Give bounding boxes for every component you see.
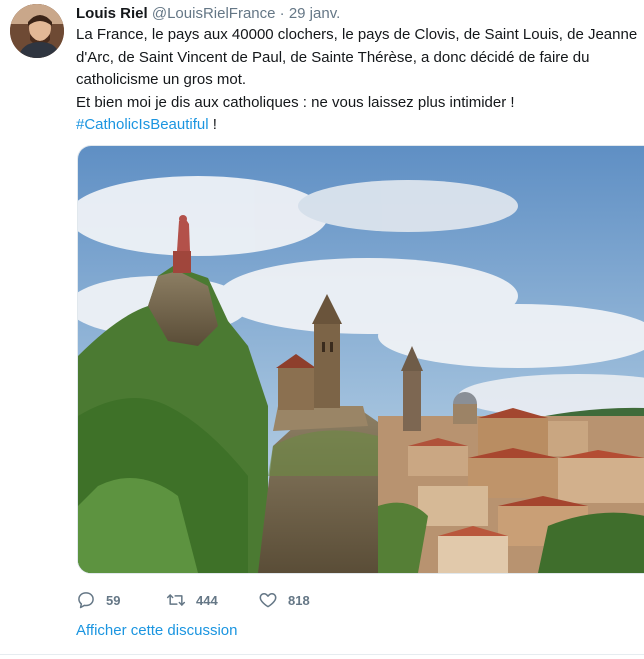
photo-landscape [78,146,644,573]
tweet-photo[interactable] [77,145,644,574]
tweet-actions: 59 444 818 [76,588,476,612]
tweet-text-line-2: Et bien moi je dis aux catholiques : ne … [76,93,515,111]
show-thread-link[interactable]: Afficher cette discussion [76,622,237,639]
tweet[interactable]: Louis Riel @LouisRielFrance · 29 janv. L… [0,0,644,659]
like-button[interactable]: 818 [258,588,310,612]
tweet-text-paragraph-2: Et bien moi je dis aux catholiques : ne … [76,92,642,137]
retweet-icon [166,594,186,606]
author-handle[interactable]: @LouisRielFrance [152,5,276,22]
tweet-text-paragraph-1: La France, le pays aux 40000 clochers, l… [76,26,638,88]
reply-count: 59 [106,592,121,608]
avatar-portrait [10,4,64,58]
author-name[interactable]: Louis Riel [76,5,148,22]
divider [0,654,644,655]
retweet-count: 444 [196,592,218,608]
like-count: 818 [288,592,310,608]
reply-button[interactable]: 59 [76,588,120,612]
heart-icon [259,593,277,608]
reply-icon [78,592,94,609]
hashtag-suffix: ! [208,116,217,133]
separator-dot: · [279,5,285,22]
tweet-date[interactable]: 29 janv. [289,5,340,22]
retweet-button[interactable]: 444 [166,588,218,612]
avatar[interactable] [10,4,64,58]
hashtag-link[interactable]: #CatholicIsBeautiful [76,116,209,133]
tweet-header: Louis Riel @LouisRielFrance · 29 janv. [76,4,340,24]
tweet-text: La France, le pays aux 40000 clochers, l… [76,24,642,137]
